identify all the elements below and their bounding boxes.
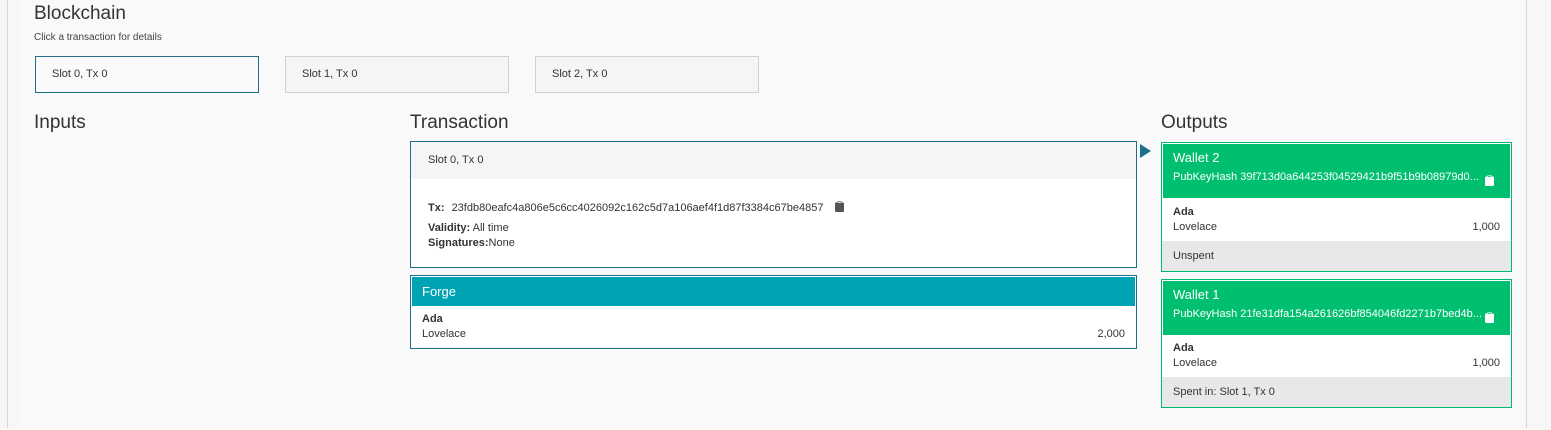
clipboard-icon[interactable] (1485, 173, 1494, 191)
validity-value: All time (472, 222, 509, 234)
validity-row: Validity: All time (428, 222, 509, 234)
page-subtitle: Click a transaction for details (34, 32, 162, 43)
wallet-name: Wallet 1 (1173, 287, 1220, 302)
output-token: Lovelace (1173, 357, 1218, 369)
slot-button-label: Slot 2, Tx 0 (552, 68, 608, 80)
output-card-header: Wallet 2 PubKeyHash 39f713d0a644253f0452… (1163, 144, 1510, 198)
signatures-row: Signatures:None (428, 237, 515, 249)
forge-token: Lovelace (422, 328, 467, 340)
output-currency: Ada (1173, 342, 1194, 354)
transaction-heading: Transaction (410, 112, 509, 133)
signatures-value: None (488, 237, 515, 249)
triangle-right-icon (1140, 144, 1151, 158)
forge-amount: 2,000 (1097, 328, 1125, 340)
forge-card-header: Forge (412, 277, 1135, 306)
output-token: Lovelace (1173, 221, 1218, 233)
signatures-label: Signatures: (428, 237, 489, 249)
wallet-name: Wallet 2 (1173, 150, 1220, 165)
output-amount: 1,000 (1472, 357, 1500, 369)
inputs-heading: Inputs (34, 112, 86, 133)
clipboard-icon[interactable] (834, 201, 844, 215)
slot-button-label: Slot 1, Tx 0 (302, 68, 358, 80)
page-title: Blockchain (34, 3, 126, 24)
output-status: Unspent (1162, 241, 1511, 271)
slot-button-0[interactable]: Slot 0, Tx 0 (35, 56, 259, 93)
outputs-heading: Outputs (1161, 112, 1228, 133)
pubkey-hash: PubKeyHash 21fe31dfa154a261626bf854046fd… (1173, 308, 1482, 320)
forge-currency: Ada (422, 313, 443, 325)
tx-hash-label: Tx: (428, 201, 445, 214)
output-amount: 1,000 (1472, 221, 1500, 233)
output-status[interactable]: Spent in: Slot 1, Tx 0 (1162, 377, 1511, 407)
tx-hash-value: 23fdb80eafc4a806e5c6cc4026092c162c5d7a10… (451, 201, 824, 214)
slot-button-2[interactable]: Slot 2, Tx 0 (535, 56, 759, 93)
output-card-1[interactable]: Wallet 1 PubKeyHash 21fe31dfa154a261626b… (1161, 279, 1512, 408)
tx-hash-row: Tx: 23fdb80eafc4a806e5c6cc4026092c162c5d… (428, 201, 844, 215)
transaction-card: Slot 0, Tx 0 Tx: 23fdb80eafc4a806e5c6cc4… (410, 141, 1137, 268)
slot-button-label: Slot 0, Tx 0 (52, 68, 108, 80)
forge-card: Forge Ada Lovelace 2,000 (410, 275, 1137, 349)
clipboard-icon[interactable] (1485, 310, 1494, 328)
pubkey-hash: PubKeyHash 39f713d0a644253f04529421b9f51… (1173, 171, 1479, 183)
validity-label: Validity: (428, 222, 471, 234)
slot-button-1[interactable]: Slot 1, Tx 0 (285, 56, 509, 93)
transaction-card-header: Slot 0, Tx 0 (411, 142, 1136, 179)
output-currency: Ada (1173, 206, 1194, 218)
output-card-header: Wallet 1 PubKeyHash 21fe31dfa154a261626b… (1163, 281, 1510, 335)
output-card-0[interactable]: Wallet 2 PubKeyHash 39f713d0a644253f0452… (1161, 142, 1512, 272)
